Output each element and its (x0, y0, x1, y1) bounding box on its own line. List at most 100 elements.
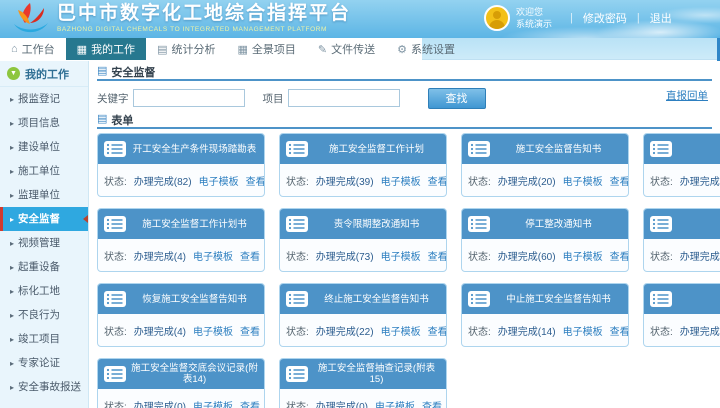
status-value: 办理完成(0) (315, 401, 369, 408)
view-link[interactable]: 查看 (610, 173, 628, 188)
view-link[interactable]: 查看 (428, 248, 446, 263)
sidebar-item-supervision-unit[interactable]: ▸ 监理单位 (0, 183, 88, 207)
form-card[interactable]: 施工安全监督工作计划书 状态: 办理完成(4) 电子模板 查看 (97, 208, 265, 272)
template-link[interactable]: 电子模板 (381, 248, 421, 263)
form-card-status-row: 状态: 办理完成( (644, 239, 720, 271)
app-subtitle: BAZHONG DIGITAL CHEMCALS TO INTEGRATED M… (57, 26, 328, 33)
form-card[interactable]: 中止施工安全监督告知书 状态: 办理完成(14) 电子模板 查看 (461, 283, 629, 347)
status-value: 办理完成(14) (497, 326, 556, 338)
triangle-right-icon: ▸ (10, 383, 15, 392)
sidebar-item-project-info[interactable]: ▸ 项目信息 (0, 111, 88, 135)
form-list-icon (650, 141, 672, 157)
view-link[interactable]: 查看 (422, 398, 442, 408)
sidebar-item-label: 视频管理 (18, 237, 61, 249)
template-link[interactable]: 电子模板 (193, 323, 233, 338)
sidebar-item-safety-supervision[interactable]: ▸ 安全监督 (0, 207, 88, 231)
form-card[interactable]: 复 状态: 办理完成( (643, 208, 720, 272)
form-card-header: 开工安全生产条件现场踏勘表 (98, 134, 264, 164)
form-card-status-row: 状态: 办理完成(0) 电子模板 查看 (280, 389, 446, 408)
sidebar-item-label: 不良行为 (18, 309, 61, 321)
section-security-title: 安全监督 (111, 66, 156, 79)
form-card-status-row: 状态: 办理完成(14) 电子模板 查看 (462, 314, 628, 346)
tab-stats-analysis[interactable]: ▤ 统计分析 (146, 38, 226, 60)
template-link[interactable]: 电子模板 (563, 248, 603, 263)
sidebar-header[interactable]: ▼ 我的工作 (0, 61, 88, 87)
sidebar-item-label: 标化工地 (18, 285, 61, 297)
sidebar-item-construction-unit[interactable]: ▸ 建设单位 (0, 135, 88, 159)
header-links: | 修改密码 | 退出 (570, 10, 672, 26)
tab-panorama-projects[interactable]: ▦ 全景项目 (226, 38, 306, 60)
sidebar-item-video-management[interactable]: ▸ 视频管理 (0, 231, 88, 255)
template-link[interactable]: 电子模板 (193, 398, 233, 408)
chevron-down-icon: ▼ (7, 67, 20, 80)
template-link[interactable]: 电子模板 (381, 323, 421, 338)
sidebar-item-bad-behavior[interactable]: ▸ 不良行为 (0, 303, 88, 327)
title-block: 巴中市数字化工地综合指挥平台 BAZHONG DIGITAL CHEMCALS … (57, 3, 351, 33)
template-link[interactable]: 电子模板 (199, 173, 239, 188)
form-card-status-row: 状态: 办理完成(73) 电子模板 查看 (280, 239, 446, 271)
form-list-icon (104, 141, 126, 157)
form-card-header: 施工安全监督交底会议记录(附表14) (98, 359, 264, 389)
project-input[interactable] (287, 89, 400, 107)
sidebar-item-expert-review[interactable]: ▸ 专家论证 (0, 351, 88, 375)
view-link[interactable]: 查看 (240, 248, 260, 263)
form-list-icon (650, 216, 672, 232)
sidebar-item-report-registration[interactable]: ▸ 报监登记 (0, 87, 88, 111)
form-card[interactable]: 施工安全监督工作计划 状态: 办理完成(39) 电子模板 查看 (279, 133, 447, 197)
form-card[interactable]: 安全文 状态: 办理完成( (643, 283, 720, 347)
view-link[interactable]: 查看 (610, 323, 628, 338)
form-card-header: 终止施工安全监督告知书 (280, 284, 446, 314)
search-bar: 关键字 项目 查找 (97, 86, 712, 110)
form-card[interactable]: 施工安全监督交底会议记录(附表14) 状态: 办理完成(0) 电子模板 查看 (97, 358, 265, 408)
form-card-status-row: 状态: 办理完成( (644, 314, 720, 346)
tab-my-work[interactable]: ▦ 我的工作 (65, 38, 147, 60)
form-card-header: 安全 (644, 134, 720, 164)
user-avatar[interactable] (484, 5, 510, 31)
sidebar-item-standardized-site[interactable]: ▸ 标化工地 (0, 279, 88, 303)
form-card[interactable]: 责令限期整改通知书 状态: 办理完成(73) 电子模板 查看 (279, 208, 447, 272)
form-card-header: 责令限期整改通知书 (280, 209, 446, 239)
form-card[interactable]: 开工安全生产条件现场踏勘表 状态: 办理完成(82) 电子模板 查看 (97, 133, 265, 197)
status-label: 状态: (468, 326, 491, 338)
sidebar-item-label: 专家论证 (18, 357, 61, 369)
form-card[interactable]: 施工安全监督告知书 状态: 办理完成(20) 电子模板 查看 (461, 133, 629, 197)
form-card[interactable]: 安全 状态: 办理完成( (643, 133, 720, 197)
form-card[interactable]: 恢复施工安全监督告知书 状态: 办理完成(4) 电子模板 查看 (97, 283, 265, 347)
tab-file-transfer[interactable]: ✎ 文件传送 (307, 38, 386, 60)
sidebar-item-accident-report[interactable]: ▸ 安全事故报送 (0, 375, 88, 399)
triangle-right-icon: ▸ (10, 215, 15, 224)
template-link[interactable]: 电子模板 (381, 173, 421, 188)
sidebar-item-lifting-equipment[interactable]: ▸ 起重设备 (0, 255, 88, 279)
change-password-link[interactable]: 修改密码 (583, 10, 627, 26)
view-link[interactable]: 查看 (428, 173, 446, 188)
form-card-title: 开工安全生产条件现场踏勘表 (132, 143, 257, 155)
template-link[interactable]: 电子模板 (375, 398, 415, 408)
form-list-icon (104, 216, 126, 232)
triangle-right-icon: ▸ (10, 143, 15, 152)
keyword-input[interactable] (132, 89, 245, 107)
form-card-title: 施工安全监督工作计划 (328, 143, 424, 155)
status-value: 办理完成(0) (133, 401, 187, 408)
sidebar-item-contractor-unit[interactable]: ▸ 施工单位 (0, 159, 88, 183)
tab-label: 文件传送 (331, 44, 376, 56)
template-link[interactable]: 电子模板 (193, 248, 233, 263)
logout-link[interactable]: 退出 (650, 10, 672, 26)
form-card-header: 中止施工安全监督告知书 (462, 284, 628, 314)
form-card[interactable]: 停工整改通知书 状态: 办理完成(60) 电子模板 查看 (461, 208, 629, 272)
template-link[interactable]: 电子模板 (563, 323, 603, 338)
sidebar-item-completed-projects[interactable]: ▸ 竣工项目 (0, 327, 88, 351)
template-link[interactable]: 电子模板 (563, 173, 603, 188)
form-card[interactable]: 施工安全监督抽查记录(附表15) 状态: 办理完成(0) 电子模板 查看 (279, 358, 447, 408)
app-logo-icon (8, 2, 54, 38)
view-link[interactable]: 查看 (246, 173, 264, 188)
direct-report-link[interactable]: 直报回单 (666, 88, 708, 103)
search-button[interactable]: 查找 (427, 87, 486, 109)
view-link[interactable]: 查看 (428, 323, 446, 338)
view-link[interactable]: 查看 (610, 248, 628, 263)
tab-system-settings[interactable]: ⚙ 系统设置 (386, 38, 466, 60)
form-card[interactable]: 终止施工安全监督告知书 状态: 办理完成(22) 电子模板 查看 (279, 283, 447, 347)
view-link[interactable]: 查看 (240, 323, 260, 338)
tab-workbench[interactable]: ⌂ 工作台 (0, 38, 66, 60)
sidebar-item-label: 安全监督 (18, 213, 61, 225)
view-link[interactable]: 查看 (240, 398, 260, 408)
